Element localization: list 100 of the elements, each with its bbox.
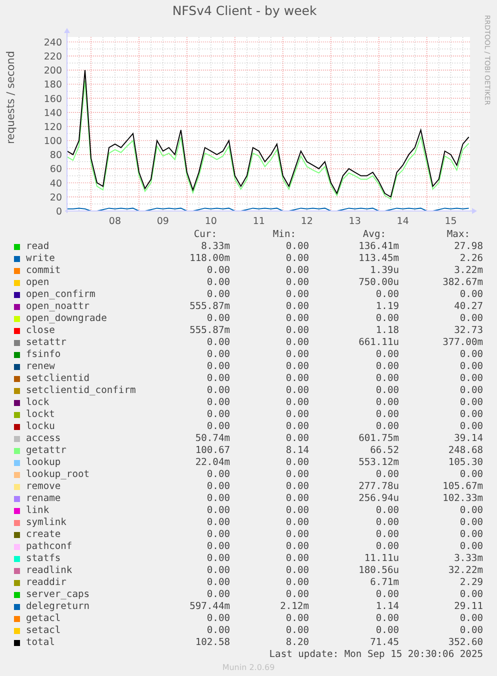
column-header: Max: [446,229,471,241]
legend-value: 256.94u [358,493,399,504]
legend-value: 0.00 [286,577,309,588]
legend-value: 0.00 [286,313,309,324]
legend-value: 0.00 [206,421,230,432]
legend-value: 0.00 [286,457,309,468]
legend-value: 0.00 [286,625,309,636]
legend-value: 0.00 [206,529,230,540]
legend-value: 0.00 [206,373,230,384]
legend-name: remove [26,481,61,492]
legend-name: open_noattr [26,301,90,312]
legend-value: 0.00 [206,625,230,636]
y-tick-label: 140 [44,108,62,119]
legend-value: 0.00 [460,541,483,552]
legend-value: 661.11u [358,337,399,348]
legend-value: 0.00 [206,409,230,420]
legend-value: 0.00 [206,493,230,504]
legend-value: 0.00 [376,505,399,516]
legend-name: readlink [26,565,72,576]
legend-value: 0.00 [376,409,399,420]
legend-value: 2.12m [280,601,309,612]
legend-value: 0.00 [206,505,230,516]
legend-value: 105.30 [448,457,483,468]
y-tick-label: 160 [44,94,62,105]
legend-value: 555.87m [190,301,230,312]
legend-name: pathconf [26,541,72,552]
legend-value: 39.14 [454,433,483,444]
y-tick-label: 220 [44,52,62,63]
y-tick-label: 80 [50,150,62,162]
legend-name: locku [26,421,55,432]
last-update-text: Last update: Mon Sep 15 20:30:06 2025 [269,649,483,660]
legend-value: 0.00 [286,421,309,432]
legend-name: getacl [26,613,61,624]
legend-value: 0.00 [460,349,483,360]
legend-value: 0.00 [376,529,399,540]
column-header: Cur: [192,229,218,241]
y-tick-label: 60 [50,164,62,176]
legend-name: getattr [26,445,66,456]
legend-value: 377.00m [442,337,483,348]
legend-value: 0.00 [286,553,309,564]
legend-value: 0.00 [206,517,230,528]
legend-value: 102.33m [442,493,483,504]
legend-value: 0.00 [376,625,399,636]
legend-value: 277.78u [358,481,399,492]
legend-name: renew [26,361,55,372]
legend-value: 2.29 [460,577,483,588]
legend-value: 0.00 [460,505,483,516]
legend-value: 0.00 [206,577,230,588]
legend-value: 0.00 [206,337,230,348]
legend-value: 0.00 [376,397,399,408]
x-tick-label: 13 [348,216,361,227]
legend-name: symlink [26,517,66,528]
legend-name: total [26,637,55,648]
legend-value: 0.00 [376,373,399,384]
x-tick-label: 11 [252,216,265,227]
legend-value: 0.00 [376,385,399,396]
legend-value: 0.00 [460,397,483,408]
legend-value: 0.00 [376,517,399,528]
legend-value: 40.27 [454,301,483,312]
legend-value: 0.00 [206,313,230,324]
legend-value: 0.00 [206,589,230,600]
legend-value: 32.22m [448,565,483,576]
legend-value: 0.00 [286,241,309,252]
legend-value: 0.00 [206,349,230,360]
legend-name: create [26,529,61,540]
legend-value: 0.00 [286,361,309,372]
legend-value: 0.00 [460,421,483,432]
legend-value: 1.19 [376,301,399,312]
legend-value: 0.00 [286,385,309,396]
legend-value: 750.00u [358,277,399,288]
legend-value: 1.18 [376,325,399,336]
y-tick-label: 40 [50,178,62,190]
legend-value: 0.00 [460,385,483,396]
legend-name: statfs [26,553,61,564]
legend-value: 0.00 [286,517,309,528]
legend-value: 0.00 [286,349,309,360]
legend-name: open [26,277,50,288]
legend-value: 0.00 [376,361,399,372]
legend-name: delegreturn [26,601,90,612]
legend-value: 1.39u [370,265,399,276]
legend-name: server_caps [26,589,90,600]
legend-value: 248.68 [448,445,483,456]
legend-value: 102.58 [195,637,230,648]
legend-value: 8.20 [286,637,309,648]
legend-value: 0.00 [376,541,399,552]
graph-title: NFSv4 Client - by week [172,3,317,19]
legend-value: 555.87m [190,325,230,336]
legend-value: 0.00 [206,397,230,408]
legend-value: 3.22m [454,265,483,276]
y-tick-label: 0 [56,206,62,218]
legend-name: setclientid [26,373,90,384]
legend-value: 0.00 [286,529,309,540]
legend-value: 0.00 [206,277,230,288]
legend-value: 553.12m [358,457,399,468]
legend-name: fsinfo [26,349,61,360]
legend-value: 0.00 [460,517,483,528]
column-header: Avg: [362,229,387,241]
x-tick-label: 09 [156,216,169,227]
legend-value: 0.00 [376,469,399,480]
legend-value: 8.33m [201,241,230,252]
